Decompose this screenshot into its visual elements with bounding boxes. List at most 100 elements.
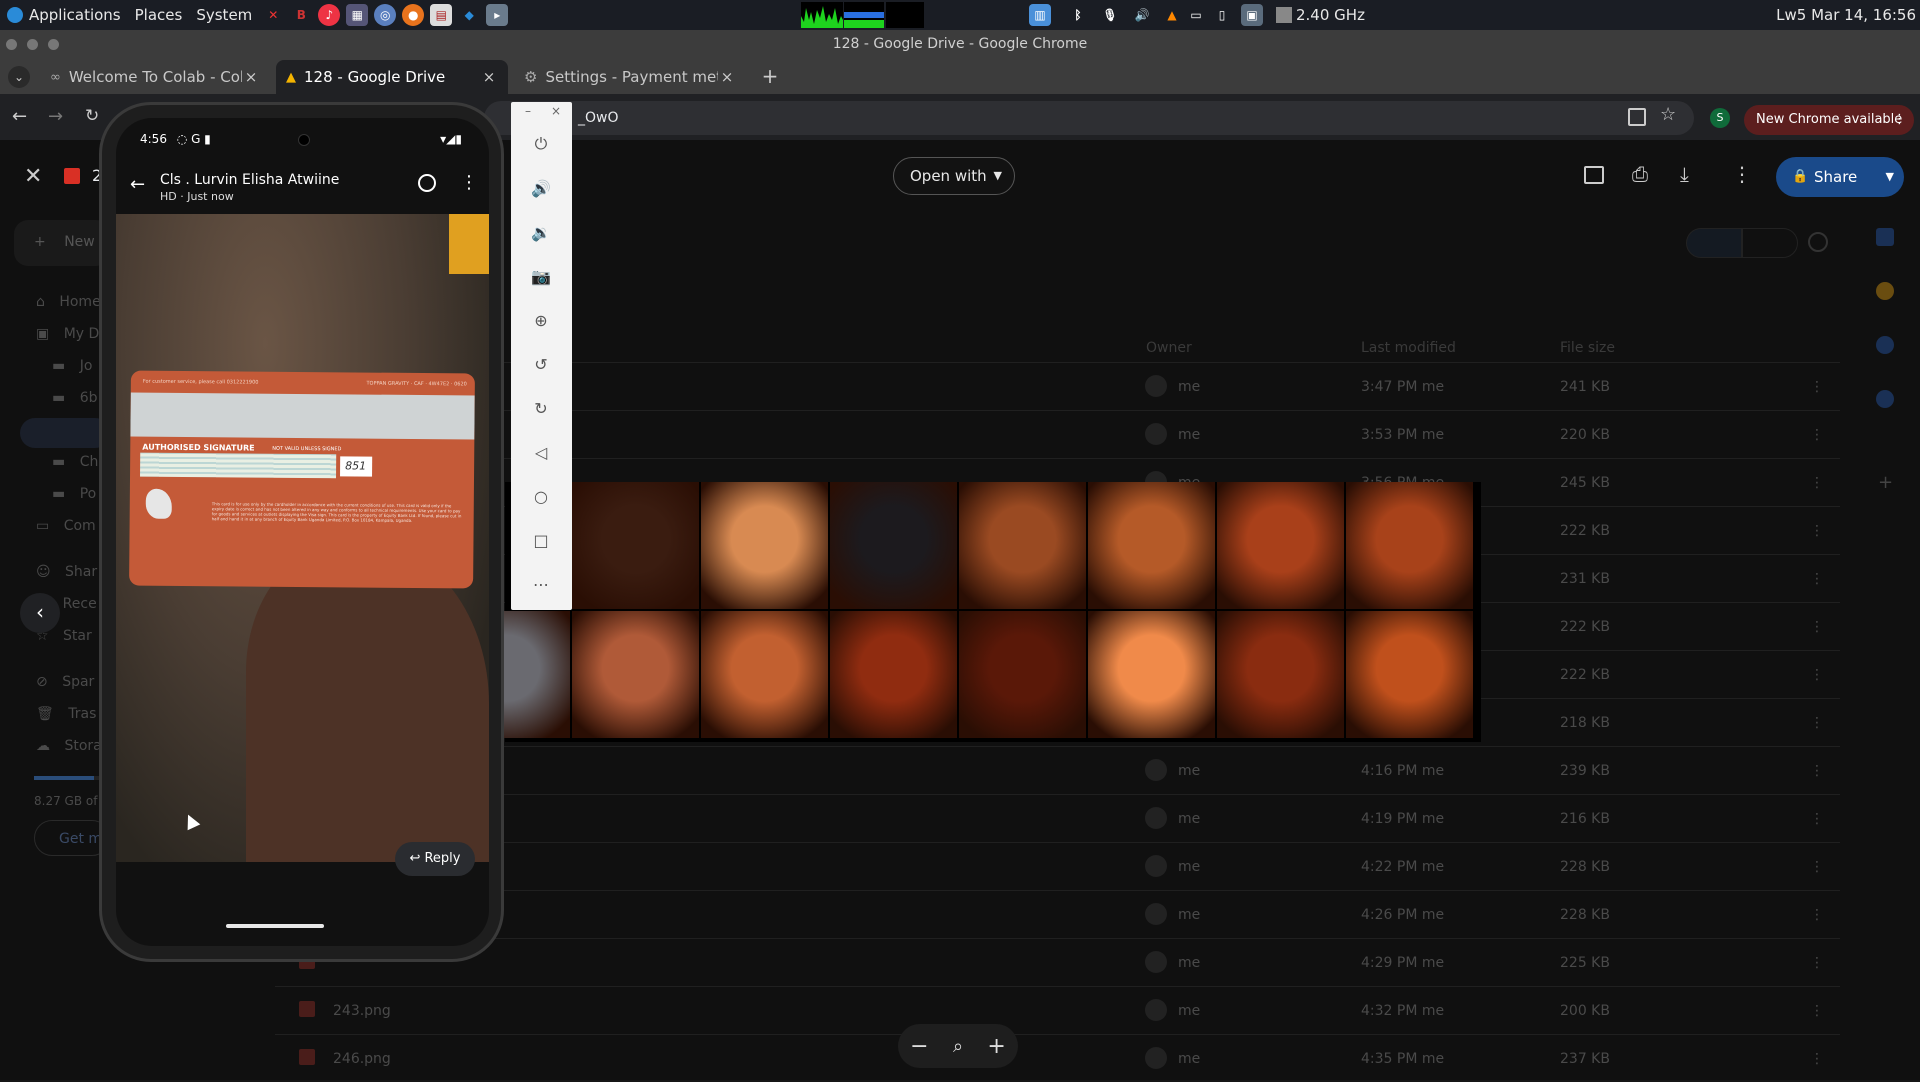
zoom-out-icon[interactable]: −: [910, 1034, 928, 1059]
contacts-icon[interactable]: [1876, 390, 1894, 408]
more-options-icon[interactable]: ⋯: [529, 572, 553, 596]
list-view-toggle[interactable]: [1686, 228, 1742, 258]
row-more-icon[interactable]: ⋮: [1810, 667, 1824, 683]
sidebar-item-home[interactable]: ⌂ Home: [36, 294, 101, 310]
tab-settings-payment[interactable]: ⚙ Settings - Payment meth ×: [514, 60, 746, 94]
system-menu[interactable]: System: [189, 0, 259, 30]
power-icon[interactable]: ⏻: [529, 132, 553, 156]
timer-icon[interactable]: [418, 174, 436, 192]
share-button[interactable]: 🔒 Share ▼: [1776, 157, 1904, 197]
overview-icon[interactable]: □: [529, 528, 553, 552]
download-icon[interactable]: ⤓: [1680, 162, 1689, 186]
sidebar-folder-selected[interactable]: [20, 418, 110, 448]
row-more-icon[interactable]: ⋮: [1810, 523, 1824, 539]
address-bar[interactable]: _OwO: [484, 101, 1694, 135]
applications-menu[interactable]: Applications: [0, 0, 128, 30]
open-with-button[interactable]: Open with ▼: [893, 157, 1015, 195]
row-more-icon[interactable]: ⋮: [1810, 811, 1824, 827]
sidebar-item-computers[interactable]: ▭ Com: [36, 518, 96, 534]
table-row[interactable]: me 3:53 PM me 220 KB ⋮: [275, 410, 1840, 458]
table-row[interactable]: me 4:22 PM me 228 KB ⋮: [275, 842, 1840, 890]
close-tab-icon[interactable]: ×: [480, 68, 498, 86]
clipboard-icon[interactable]: ▯: [1211, 4, 1233, 26]
print-icon[interactable]: ⎙: [1632, 162, 1648, 186]
music-app-icon[interactable]: ♪: [318, 4, 341, 26]
reply-button[interactable]: ↩ Reply: [395, 842, 475, 876]
places-menu[interactable]: Places: [128, 0, 190, 30]
zoom-in-icon[interactable]: +: [987, 1034, 1005, 1059]
tab-colab[interactable]: ∞ Welcome To Colab - Cola ×: [40, 60, 270, 94]
notes-tray-icon[interactable]: ▥: [1029, 4, 1051, 26]
vlc-icon[interactable]: ▲: [1161, 4, 1183, 26]
back-icon[interactable]: ◁: [529, 440, 553, 464]
clock[interactable]: Lw5 Mar 14, 16:56: [1776, 6, 1916, 24]
rotate-left-icon[interactable]: ↺: [529, 352, 553, 376]
more-vert-icon[interactable]: ⋮: [460, 172, 478, 193]
new-chrome-available-button[interactable]: New Chrome available ⋮: [1744, 105, 1914, 135]
sidebar-folder-3[interactable]: ▬ Ch: [52, 454, 98, 470]
firefox-icon[interactable]: ●: [402, 4, 425, 26]
window-minimize-dot[interactable]: [27, 39, 38, 50]
sidebar-item-shared[interactable]: ☺ Shar: [36, 564, 97, 580]
close-icon[interactable]: ×: [551, 104, 561, 118]
vscode-icon[interactable]: ◆: [458, 4, 480, 26]
screen-icon[interactable]: ▭: [1185, 4, 1207, 26]
window-maximize-dot[interactable]: [48, 39, 59, 50]
network-tray-icon[interactable]: ▣: [1241, 4, 1263, 26]
row-more-icon[interactable]: ⋮: [1810, 379, 1824, 395]
table-row[interactable]: me 4:16 PM me 239 KB ⋮: [275, 746, 1840, 794]
row-more-icon[interactable]: ⋮: [1810, 475, 1824, 491]
row-more-icon[interactable]: ⋮: [1810, 427, 1824, 443]
keep-icon[interactable]: [1876, 282, 1894, 300]
bluetooth-icon[interactable]: ᛒ: [1067, 4, 1089, 26]
row-more-icon[interactable]: ⋮: [1810, 715, 1824, 731]
close-tab-icon[interactable]: ×: [242, 68, 260, 86]
volume-up-icon[interactable]: 🔊: [529, 176, 553, 200]
owner-column-header[interactable]: Owner: [1146, 340, 1192, 356]
rotate-right-icon[interactable]: ↻: [529, 396, 553, 420]
grid-view-toggle[interactable]: [1742, 228, 1798, 258]
table-row[interactable]: me 4:29 PM me 225 KB ⋮: [275, 938, 1840, 986]
last-modified-column-header[interactable]: Last modified: [1361, 340, 1456, 356]
table-row[interactable]: 246.png me 4:35 PM me 237 KB ⋮: [275, 1034, 1840, 1082]
image-viewer-icon[interactable]: ▦: [346, 4, 369, 26]
tab-search-button[interactable]: ⌄: [8, 66, 30, 88]
file-size-column-header[interactable]: File size: [1560, 340, 1615, 356]
zoom-search-icon[interactable]: ⌕: [953, 1036, 963, 1057]
row-more-icon[interactable]: ⋮: [1810, 619, 1824, 635]
row-more-icon[interactable]: ⋮: [1810, 955, 1824, 971]
row-more-icon[interactable]: ⋮: [1810, 763, 1824, 779]
minimize-icon[interactable]: –: [525, 104, 531, 118]
xmind-icon[interactable]: ✕: [262, 4, 284, 26]
new-button[interactable]: + New: [14, 220, 110, 266]
sidebar-folder-2[interactable]: ▬ 6b: [52, 390, 97, 406]
reload-icon[interactable]: ↻: [85, 106, 99, 126]
row-more-icon[interactable]: ⋮: [1810, 859, 1824, 875]
tasks-icon[interactable]: [1876, 336, 1894, 354]
sidebar-folder-1[interactable]: ▬ Jo: [52, 358, 92, 374]
volume-icon[interactable]: 🔊: [1131, 4, 1153, 26]
table-row[interactable]: me 4:19 PM me 216 KB ⋮: [275, 794, 1840, 842]
calendar-icon[interactable]: [1876, 228, 1894, 246]
share-caret-icon[interactable]: ▼: [1886, 157, 1894, 197]
close-tab-icon[interactable]: ×: [718, 68, 736, 86]
close-viewer-icon[interactable]: ✕: [24, 164, 42, 189]
more-actions-icon[interactable]: ⋮: [1732, 162, 1752, 186]
add-comment-icon[interactable]: [1584, 166, 1604, 184]
shared-photo[interactable]: For customer service, please call 031222…: [116, 214, 489, 862]
previous-file-button[interactable]: ‹: [20, 593, 60, 633]
back-arrow-icon[interactable]: ←: [12, 106, 27, 127]
profile-avatar[interactable]: S: [1710, 108, 1730, 128]
row-more-icon[interactable]: ⋮: [1810, 571, 1824, 587]
back-arrow-icon[interactable]: ←: [130, 174, 145, 195]
details-info-icon[interactable]: [1808, 232, 1828, 252]
sidebar-folder-4[interactable]: ▬ Po: [52, 486, 96, 502]
chromium-icon[interactable]: ◎: [374, 4, 397, 26]
microphone-icon[interactable]: 🎙: [1099, 4, 1121, 26]
row-more-icon[interactable]: ⋮: [1810, 907, 1824, 923]
sidebar-item-storage[interactable]: ☁ Stora: [36, 738, 102, 754]
volume-down-icon[interactable]: 🔉: [529, 220, 553, 244]
sidebar-item-my-drive[interactable]: ▣ My D: [36, 326, 99, 342]
add-addon-icon[interactable]: +: [1878, 472, 1893, 493]
forward-arrow-icon[interactable]: →: [48, 106, 63, 127]
